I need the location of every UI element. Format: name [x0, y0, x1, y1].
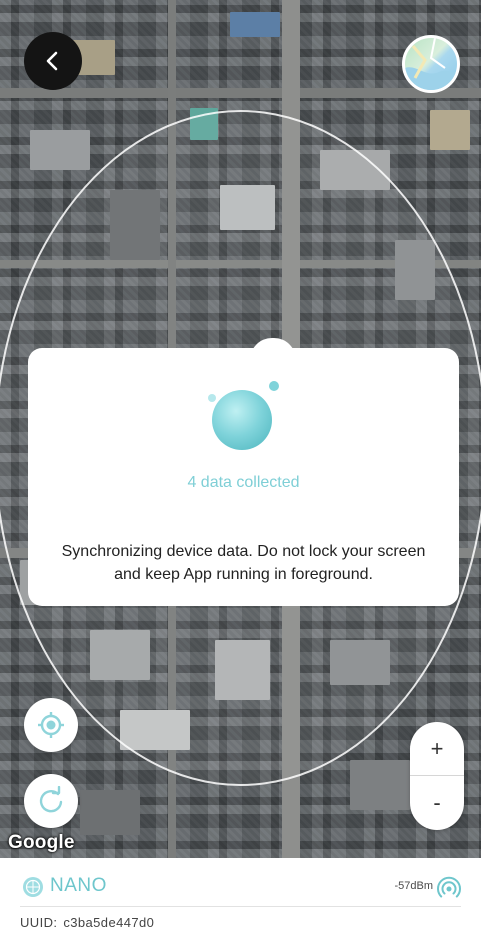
map-building [230, 12, 280, 37]
map-building [80, 790, 140, 835]
sync-bubble-icon [208, 381, 279, 450]
back-button[interactable] [24, 32, 82, 90]
crosshair-icon [38, 712, 64, 738]
collected-count-text: 4 data collected [187, 474, 300, 491]
sync-modal: 4 data collected Synchronizing device da… [28, 338, 459, 606]
uuid-value: c3ba5de447d0 [63, 915, 155, 930]
map-building [30, 130, 90, 170]
map-building [350, 760, 410, 810]
google-attribution: Google [8, 832, 75, 853]
zoom-control: + - [410, 722, 464, 830]
chevron-left-icon [46, 51, 58, 71]
uuid-label: UUID: [20, 915, 58, 930]
zoom-in-button[interactable]: + [410, 722, 464, 776]
zoom-out-button[interactable]: - [410, 776, 464, 830]
device-name: NANO [50, 875, 107, 896]
screen: Google 4 data collected Synchronizing de… [0, 0, 481, 934]
locate-button[interactable] [24, 698, 78, 752]
map-layer-icon [405, 38, 457, 90]
device-panel[interactable]: NANO -57dBm UUID: c3ba5de447d0 [0, 858, 481, 934]
uuid-row: UUID: c3ba5de447d0 [20, 915, 154, 930]
panel-divider [20, 906, 461, 907]
refresh-icon [39, 786, 63, 813]
map-building [430, 110, 470, 150]
signal-icon [437, 876, 461, 898]
map-layer-button[interactable] [402, 35, 460, 93]
sync-message: Synchronizing device data. Do not lock y… [61, 543, 426, 583]
signal-strength: -57dBm [394, 880, 433, 892]
device-icon [23, 877, 43, 897]
refresh-button[interactable] [24, 774, 78, 828]
